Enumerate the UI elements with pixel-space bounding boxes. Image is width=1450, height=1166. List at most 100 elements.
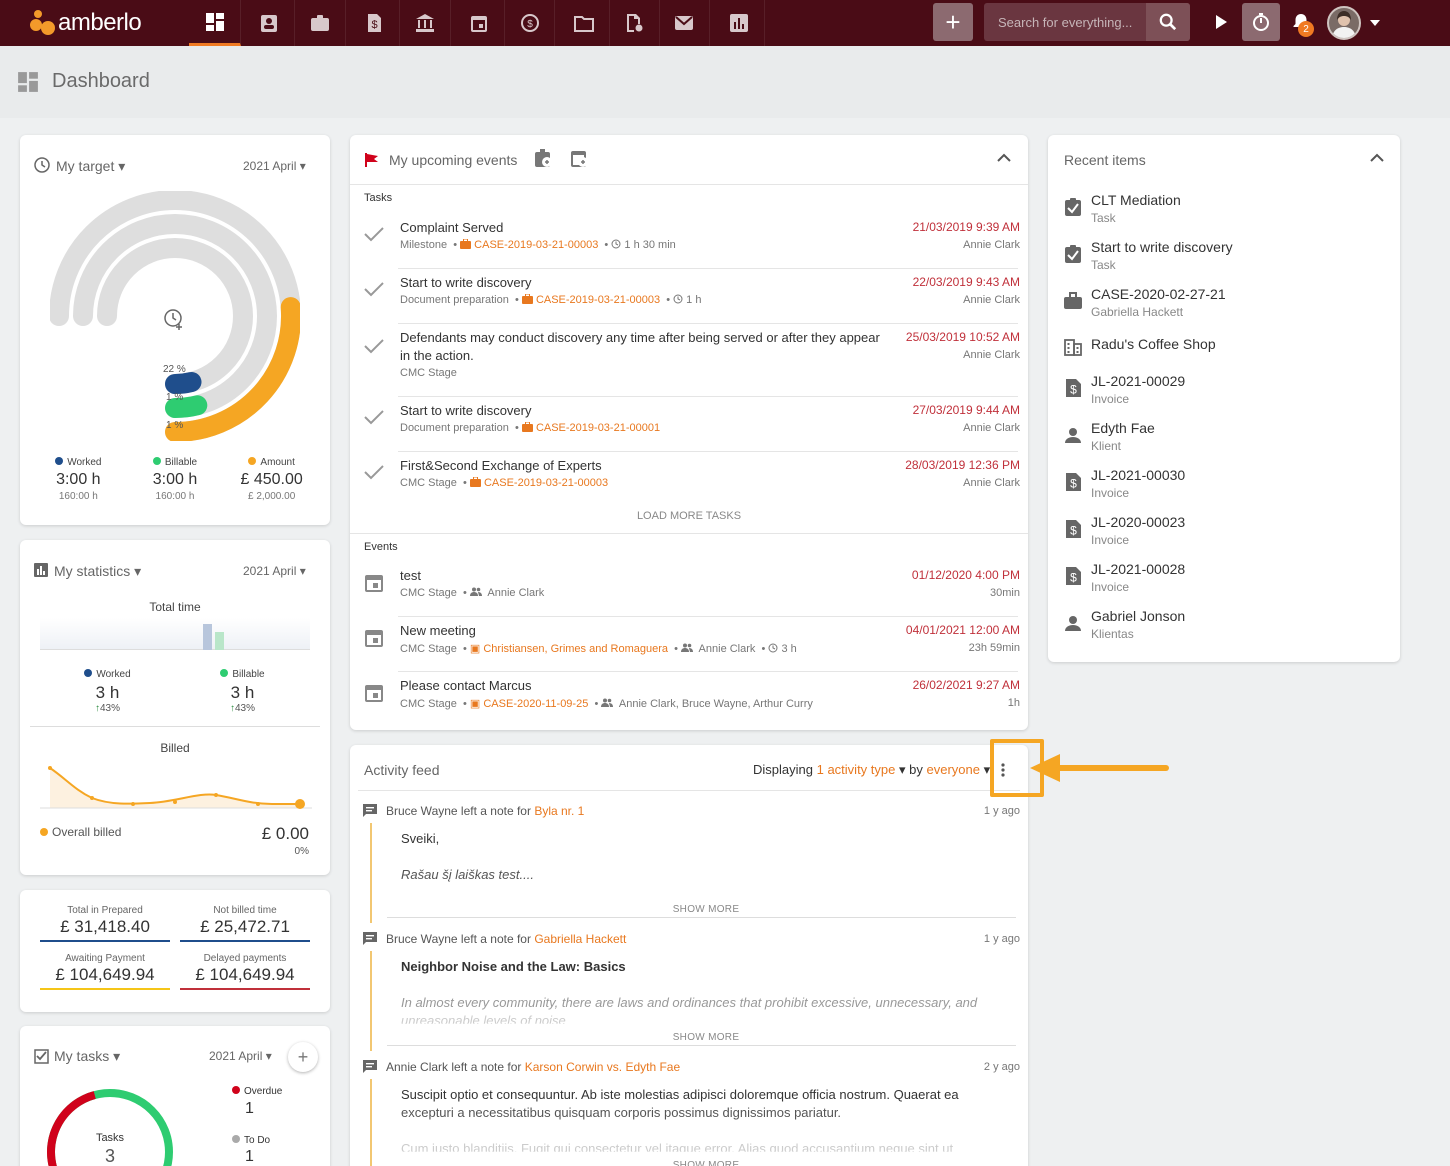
- task-title[interactable]: First&Second Exchange of Experts: [400, 458, 602, 473]
- task-row[interactable]: Complaint Served Milestone • CASE-2019-0…: [350, 215, 1028, 270]
- my-statistics-title[interactable]: My statistics ▾: [54, 563, 141, 580]
- delayed-payments[interactable]: Delayed payments £ 104,649.94: [180, 953, 310, 990]
- recent-item[interactable]: $ JL-2021-00030 Invoice: [1048, 466, 1398, 510]
- task-title[interactable]: Start to write discovery: [400, 275, 532, 290]
- nav-cases[interactable]: [294, 0, 346, 46]
- recent-item-title[interactable]: CASE-2020-02-27-21: [1091, 286, 1226, 302]
- notification-count-badge: 2: [1298, 21, 1314, 37]
- statistics-period-select[interactable]: 2021 April ▾: [243, 564, 306, 578]
- activity-type-filter[interactable]: 1 activity type: [817, 762, 896, 777]
- recent-item[interactable]: $ JL-2020-00023 Invoice: [1048, 513, 1398, 557]
- nav-templates[interactable]: [608, 0, 660, 46]
- collapse-icon[interactable]: [1370, 153, 1384, 163]
- recent-item-title[interactable]: JL-2021-00028: [1091, 561, 1185, 577]
- collapse-icon[interactable]: [997, 153, 1011, 163]
- people-icon: [469, 587, 482, 596]
- search-input[interactable]: [984, 3, 1144, 41]
- recent-item-subtitle: Klientas: [1091, 627, 1134, 641]
- event-link[interactable]: Christiansen, Grimes and Romaguera: [483, 643, 668, 655]
- feed-item-target-link[interactable]: Karson Corwin vs. Edyth Fae: [525, 1060, 680, 1074]
- recent-item[interactable]: Start to write discovery Task: [1048, 238, 1398, 282]
- event-row[interactable]: Please contact Marcus CMC Stage • ▣ CASE…: [350, 673, 1028, 728]
- nav-reports[interactable]: [713, 0, 765, 46]
- task-row[interactable]: Start to write discovery Document prepar…: [350, 270, 1028, 325]
- case-link[interactable]: CASE-2019-03-21-00003: [484, 477, 608, 489]
- event-link[interactable]: CASE-2020-11-09-25: [483, 698, 588, 710]
- recent-item-title[interactable]: CLT Mediation: [1091, 192, 1181, 208]
- show-more-button[interactable]: SHOW MORE: [366, 1032, 1028, 1043]
- recent-item[interactable]: CLT Mediation Task: [1048, 191, 1398, 235]
- nav-invoices[interactable]: $: [348, 0, 400, 46]
- quick-add-button[interactable]: +: [933, 3, 973, 41]
- recent-item[interactable]: $ JL-2021-00028 Invoice: [1048, 560, 1398, 604]
- user-avatar[interactable]: [1327, 6, 1361, 40]
- event-title[interactable]: Please contact Marcus: [400, 678, 532, 693]
- search-button[interactable]: [1146, 3, 1190, 41]
- recent-item[interactable]: Edyth Fae Klient: [1048, 419, 1398, 463]
- recent-item-title[interactable]: Radu's Coffee Shop: [1091, 336, 1216, 352]
- task-row[interactable]: First&Second Exchange of Experts CMC Sta…: [350, 453, 1028, 508]
- event-date: 01/12/2020 4:00 PM: [911, 568, 1020, 582]
- recent-item-title[interactable]: Edyth Fae: [1091, 420, 1155, 436]
- case-link[interactable]: CASE-2019-03-21-00003: [474, 239, 598, 251]
- not-billed-time[interactable]: Not billed time £ 25,472.71: [180, 905, 310, 942]
- recent-item-title[interactable]: Start to write discovery: [1091, 239, 1233, 255]
- nav-time-history[interactable]: $: [503, 0, 555, 46]
- event-row[interactable]: test CMC Stage • Annie Clark 01/12/2020 …: [350, 563, 1028, 618]
- people-icon: [681, 643, 694, 652]
- task-title[interactable]: Start to write discovery: [400, 403, 532, 418]
- nav-calendar[interactable]: [453, 0, 505, 46]
- recent-item-subtitle: Invoice: [1091, 580, 1130, 594]
- event-row[interactable]: New meeting CMC Stage • ▣ Christiansen, …: [350, 618, 1028, 673]
- case-link[interactable]: CASE-2019-03-21-00003: [536, 294, 660, 306]
- load-more-tasks-button[interactable]: LOAD MORE TASKS: [350, 510, 1028, 522]
- show-more-button[interactable]: SHOW MORE: [366, 1160, 1028, 1166]
- overall-billed-pct: 0%: [294, 846, 309, 857]
- add-task-button[interactable]: +: [288, 1042, 318, 1072]
- start-timer-button[interactable]: [1202, 3, 1240, 41]
- total-in-prepared[interactable]: Total in Prepared £ 31,418.40: [40, 905, 170, 942]
- recent-item-title[interactable]: JL-2021-00030: [1091, 467, 1185, 483]
- nav-contacts[interactable]: [243, 0, 295, 46]
- event-title[interactable]: New meeting: [400, 623, 476, 638]
- add-task-icon[interactable]: [533, 148, 553, 168]
- target-period-select[interactable]: 2021 April ▾: [243, 159, 306, 173]
- chevron-down-icon[interactable]: [1370, 19, 1380, 27]
- amberlo-logo[interactable]: amberlo: [30, 8, 142, 38]
- tasks-period-select[interactable]: 2021 April ▾: [209, 1049, 272, 1063]
- my-tasks-title[interactable]: My tasks ▾: [54, 1048, 120, 1065]
- task-title[interactable]: Defendants may conduct discovery any tim…: [400, 330, 880, 345]
- task-title[interactable]: Complaint Served: [400, 220, 503, 235]
- comment-icon: [363, 804, 377, 817]
- recent-item[interactable]: CASE-2020-02-27-21 Gabriella Hackett: [1048, 285, 1398, 329]
- svg-text:$: $: [1070, 383, 1077, 397]
- recent-item[interactable]: Gabriel Jonson Klientas: [1048, 607, 1398, 651]
- recent-item-title[interactable]: Gabriel Jonson: [1091, 608, 1185, 624]
- feed-item-time: 1 y ago: [983, 805, 1020, 817]
- recent-item-title[interactable]: JL-2021-00029: [1091, 373, 1185, 389]
- recent-item-title[interactable]: JL-2020-00023: [1091, 514, 1185, 530]
- check-icon: [364, 465, 384, 480]
- feed-item-target-link[interactable]: Byla nr. 1: [534, 804, 584, 818]
- add-event-icon[interactable]: [569, 148, 589, 168]
- nav-mail[interactable]: [658, 0, 710, 46]
- task-assignee: Annie Clark: [963, 239, 1020, 251]
- recent-item[interactable]: $ JL-2021-00029 Invoice: [1048, 372, 1398, 416]
- activity-feed-title: Activity feed: [364, 762, 440, 778]
- case-link[interactable]: CASE-2019-03-21-00001: [536, 422, 660, 434]
- awaiting-payment[interactable]: Awaiting Payment £ 104,649.94: [40, 953, 170, 990]
- nav-documents[interactable]: [558, 0, 610, 46]
- task-row[interactable]: Start to write discovery Document prepar…: [350, 398, 1028, 453]
- people-filter[interactable]: everyone: [926, 762, 979, 777]
- task-row[interactable]: Defendants may conduct discovery any tim…: [350, 325, 1028, 380]
- invoice-icon: $: [1066, 473, 1081, 491]
- nav-dashboard[interactable]: [189, 0, 241, 46]
- nav-bank[interactable]: [399, 0, 451, 46]
- calendar-icon: [365, 685, 383, 702]
- event-title[interactable]: test: [400, 568, 421, 583]
- stopwatch-button[interactable]: [1242, 3, 1280, 41]
- show-more-button[interactable]: SHOW MORE: [366, 904, 1028, 915]
- task-meta: CMC Stage: [400, 367, 457, 379]
- feed-item-target-link[interactable]: Gabriella Hackett: [534, 932, 626, 946]
- my-target-title[interactable]: My target ▾: [56, 158, 125, 175]
